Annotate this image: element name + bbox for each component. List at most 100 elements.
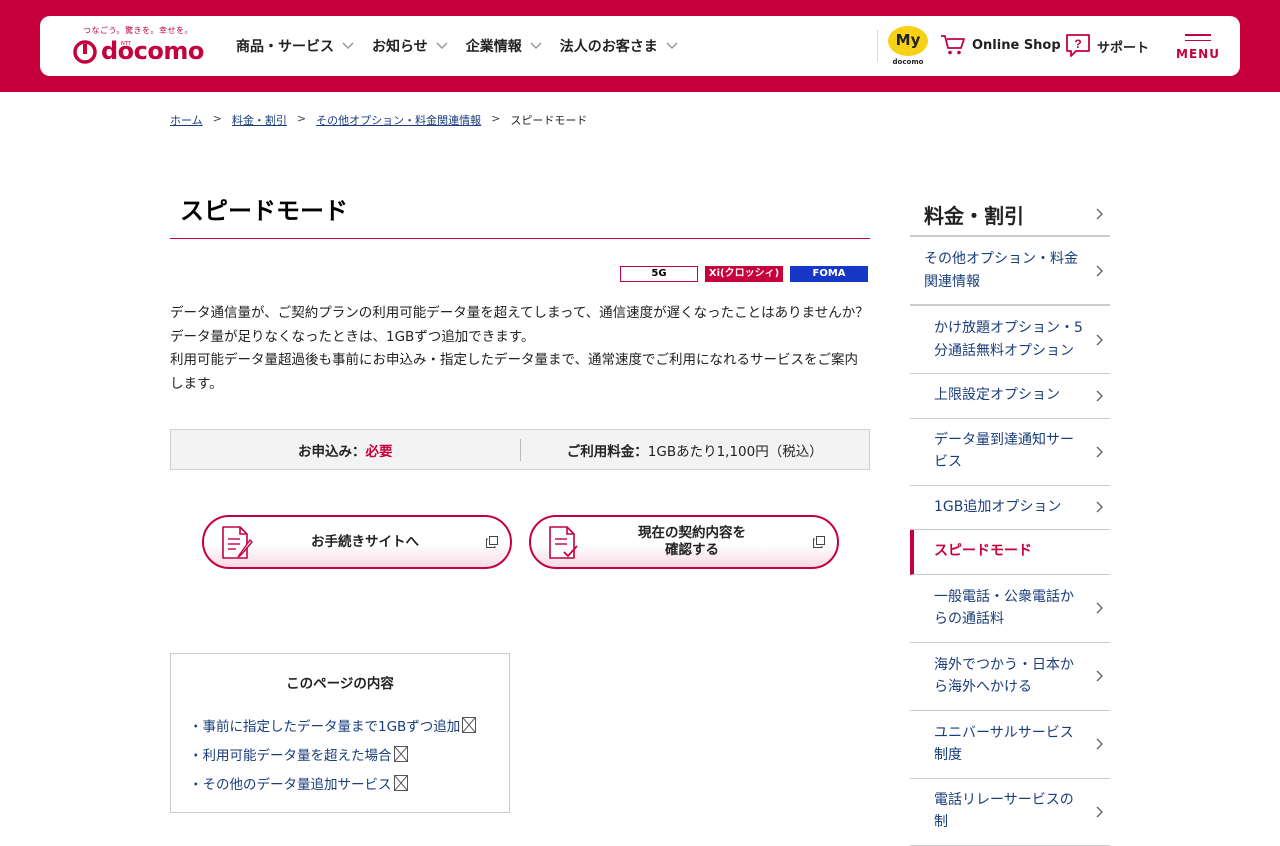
breadcrumb-separator: > (296, 112, 307, 125)
sidebar-item-label: スピードモード (934, 543, 1032, 559)
lead-text: データ通信量が、ご契約プランの利用可能データ量を超えてしまって、通信速度が遅くな… (170, 302, 870, 396)
sidebar-heading-label: 料金・割引 (924, 204, 1024, 228)
online-shop-link[interactable]: Online Shop (940, 34, 1061, 56)
nav-news-label: お知らせ (372, 39, 428, 55)
procedure-site-button[interactable]: お手続きサイトへ (202, 515, 512, 569)
nav-products-label: 商品・サービス (236, 39, 334, 55)
fee-label: ご利用料金： (566, 443, 648, 460)
breadcrumb-options[interactable]: その他オプション・料金関連情報 (316, 112, 481, 128)
sidebar-item-relay[interactable]: 電話リレーサービスの制 (910, 779, 1110, 846)
sidebar-item-speed-mode[interactable]: スピードモード (910, 530, 1110, 575)
logo-tagline: つなごう。驚きを。幸せを。 (83, 26, 194, 35)
anchor-icon (393, 774, 408, 791)
header-divider (877, 30, 878, 62)
check-contract-label: 現在の契約内容を 確認する (581, 517, 803, 567)
menu-button[interactable]: MENU (1176, 34, 1220, 61)
chevron-right-icon (1096, 390, 1103, 402)
toc-item-label: ・事前に指定したデータ量まで1GBずつ追加 (189, 718, 461, 735)
chevron-down-icon (530, 42, 542, 50)
tag-xi: Xi(クロッシィ) (705, 266, 783, 282)
toc-heading: このページの内容 (286, 676, 394, 692)
sidebar-item-1gb[interactable]: 1GB追加オプション (910, 486, 1110, 530)
sidebar-heading[interactable]: 料金・割引 (910, 190, 1110, 237)
external-link-icon (813, 536, 825, 548)
nav-news[interactable]: お知らせ (372, 36, 448, 56)
sidebar-item-label: 一般電話・公衆電話からの通話料 (934, 588, 1074, 628)
lead-paragraph-1: データ通信量が、ご契約プランの利用可能データ量を超えてしまって、通信速度が遅くな… (170, 305, 869, 345)
sidebar-nav: 料金・割引 その他オプション・料金関連情報 かけ放題オプション・5分通話無料オプ… (910, 190, 1110, 846)
sidebar-item-label: データ量到達通知サービス (934, 431, 1074, 471)
sidebar-item-label: 海外でつかう・日本から海外へかける (934, 656, 1074, 696)
chevron-right-icon (1096, 501, 1103, 513)
fee-info: ご利用料金：1GBあたり1,100円（税込） (521, 440, 870, 460)
nav-business[interactable]: 法人のお客さま (560, 36, 678, 56)
toc-item-label: ・その他のデータ量追加サービス (189, 776, 392, 793)
svg-text:?: ? (1074, 37, 1081, 51)
toc-item-label: ・利用可能データ量を超えた場合 (189, 747, 392, 764)
anchor-icon (462, 716, 477, 733)
docomo-logo[interactable]: つなごう。驚きを。幸せを。 NTT docomo (73, 25, 204, 69)
docomo-mark-icon (73, 40, 97, 64)
table-of-contents: このページの内容 ・事前に指定したデータ量まで1GBずつ追加 ・利用可能データ量… (170, 653, 510, 813)
sidebar-item-options[interactable]: その他オプション・料金関連情報 (910, 237, 1110, 306)
toc-item[interactable]: ・その他のデータ量追加サービス (189, 768, 509, 797)
sidebar-item-overseas[interactable]: 海外でつかう・日本から海外へかける (910, 643, 1110, 711)
breadcrumb-home[interactable]: ホーム (170, 112, 203, 128)
external-link-icon (486, 536, 498, 548)
sidebar-item-data-notice[interactable]: データ量到達通知サービス (910, 419, 1110, 486)
check-contract-line2: 確認する (665, 542, 719, 558)
chevron-down-icon (666, 42, 678, 50)
sidebar-item-landline[interactable]: 一般電話・公衆電話からの通話料 (910, 575, 1110, 643)
logo-wordmark: docomo (101, 37, 204, 65)
toc-item[interactable]: ・利用可能データ量を超えた場合 (189, 739, 509, 768)
breadcrumb-pricing[interactable]: 料金・割引 (232, 112, 287, 128)
service-info-box: お申込み：必要 ご利用料金：1GBあたり1,100円（税込） (170, 429, 870, 470)
chevron-right-icon (1096, 446, 1103, 457)
apply-label: お申込み： (298, 443, 366, 460)
site-header: つなごう。驚きを。幸せを。 NTT docomo 商品・サービス お知らせ 企業… (40, 16, 1240, 76)
check-contract-line1: 現在の契約内容を (638, 525, 746, 541)
document-check-icon (549, 526, 578, 559)
menu-label: MENU (1176, 47, 1220, 61)
sidebar-item-label: 電話リレーサービスの制 (934, 791, 1074, 831)
chevron-right-icon (1096, 806, 1103, 817)
anchor-icon (393, 745, 408, 762)
chevron-right-icon (1096, 738, 1103, 750)
cart-icon (941, 35, 965, 55)
sidebar-item-unlimited-call[interactable]: かけ放題オプション・5分通話無料オプション (910, 306, 1110, 374)
lead-paragraph-2: 利用可能データ量超過後も事前にお申込み・指定したデータ量まで、通常速度でご利用に… (170, 352, 858, 392)
chevron-down-icon (342, 42, 354, 50)
nav-corporate[interactable]: 企業情報 (466, 36, 542, 56)
support-label: サポート (1097, 40, 1150, 56)
sidebar-item-label: 上限設定オプション (934, 387, 1060, 403)
chevron-right-icon (1096, 334, 1103, 345)
sidebar-item-label: 1GB追加オプション (934, 498, 1062, 515)
toc-item[interactable]: ・事前に指定したデータ量まで1GBずつ追加 (189, 710, 509, 739)
nav-products[interactable]: 商品・サービス (236, 36, 354, 56)
breadcrumb: ホーム > 料金・割引 > その他オプション・料金関連情報 > スピードモード (170, 112, 587, 128)
apply-info: お申込み：必要 (171, 440, 520, 460)
hamburger-icon (1185, 34, 1211, 41)
support-link[interactable]: ? サポート (1064, 33, 1149, 59)
my-docomo-button[interactable]: My docomo (886, 26, 930, 68)
main-content: スピードモード 5G Xi(クロッシィ) FOMA データ通信量が、ご契約プラン… (170, 180, 870, 813)
tag-5g: 5G (620, 266, 698, 282)
sidebar-item-universal[interactable]: ユニバーサルサービス制度 (910, 711, 1110, 779)
fee-value: 1GBあたり1,100円（税込） (647, 443, 823, 460)
procedure-site-label: お手続きサイトへ (311, 533, 419, 550)
apply-value: 必要 (365, 443, 393, 460)
chevron-right-icon (1096, 670, 1103, 682)
check-contract-button[interactable]: 現在の契約内容を 確認する (529, 515, 839, 569)
global-nav: 商品・サービス お知らせ 企業情報 法人のお客さま (236, 16, 696, 76)
breadcrumb-separator: > (491, 112, 501, 125)
chevron-down-icon (436, 42, 448, 50)
page-title: スピードモード (170, 180, 870, 239)
tag-foma: FOMA (790, 266, 868, 282)
chevron-right-icon (1096, 208, 1103, 220)
sidebar-item-limit[interactable]: 上限設定オプション (910, 374, 1110, 419)
chevron-right-icon (1096, 602, 1103, 614)
breadcrumb-current: スピードモード (510, 114, 588, 127)
sidebar-item-label: かけ放題オプション・5分通話無料オプション (934, 320, 1083, 359)
my-docomo-sub: docomo (892, 58, 924, 66)
network-tags: 5G Xi(クロッシィ) FOMA (613, 266, 868, 282)
